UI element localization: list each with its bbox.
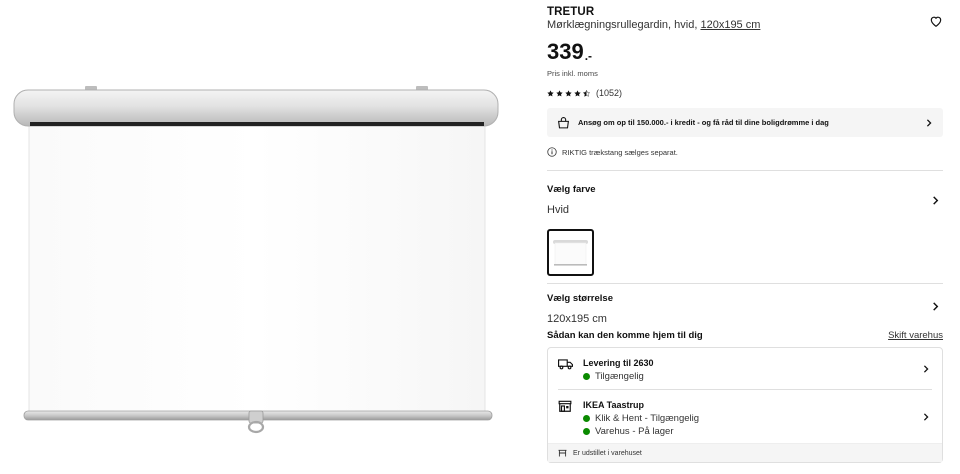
note-text: RIKTIG trækstang sælges separat.	[562, 147, 678, 157]
info-icon	[547, 147, 557, 157]
price-value: 339	[547, 39, 584, 64]
swatch-thumbnail	[553, 240, 588, 266]
vat-note: Pris inkl. moms	[547, 69, 598, 78]
click-collect-status: Klik & Hent - Tilgængelig	[583, 413, 932, 424]
chevron-right-icon	[923, 413, 929, 421]
showroom-note-text: Er udstillet i varehuset	[573, 449, 642, 457]
rating[interactable]: (1052)	[547, 88, 943, 98]
chevron-right-icon	[923, 365, 929, 373]
color-option-title: Vælg farve	[547, 184, 596, 195]
roller-blind-image	[13, 86, 499, 434]
store-title: IKEA Taastrup	[583, 400, 645, 410]
size-selector[interactable]: Vælg størrelse 120x195 cm	[547, 284, 943, 327]
color-option-value: Hvid	[547, 204, 570, 216]
delivery-title: Sådan kan den komme hjem til dig	[547, 330, 703, 341]
product-name: TRETUR	[547, 6, 595, 18]
product-description-text: Mørklægningsrullegardin, hvid,	[547, 19, 698, 31]
home-delivery-row[interactable]: Levering til 2630 Tilgængelig	[548, 348, 942, 389]
product-image[interactable]	[0, 0, 520, 474]
rating-count: (1052)	[596, 88, 623, 98]
price: 339 .-	[547, 39, 943, 64]
price-suffix: .-	[584, 49, 593, 63]
delivery-header: Sådan kan den komme hjem til dig Skift v…	[547, 330, 943, 341]
product-description: Mørklægningsrullegardin, hvid, 120x195 c…	[547, 19, 943, 31]
size-option-value: 120x195 cm	[547, 313, 607, 325]
home-delivery-title: Levering til 2630	[583, 358, 654, 368]
credit-banner-text: Ansøg om op til 150.000.- i kredit - og …	[578, 118, 829, 127]
star-icon	[556, 89, 563, 96]
click-collect-status-text: Klik & Hent - Tilgængelig	[595, 413, 700, 424]
store-stock-status-text: Varehus - På lager	[595, 426, 674, 437]
heart-icon[interactable]	[929, 14, 943, 28]
size-option-title: Vælg størrelse	[547, 293, 613, 304]
product-note: RIKTIG trækstang sælges separat.	[547, 147, 943, 157]
product-info-panel: TRETUR Mørklægningsrullegardin, hvid, 12…	[547, 6, 943, 463]
store-stock-status: Varehus - På lager	[583, 426, 932, 437]
chevron-right-icon	[933, 302, 939, 311]
color-swatch-white[interactable]	[547, 229, 594, 276]
home-delivery-status-text: Tilgængelig	[595, 371, 644, 382]
half-star-icon	[583, 89, 590, 97]
truck-icon	[558, 359, 573, 370]
star-icon	[547, 89, 554, 96]
change-store-link[interactable]: Skift varehus	[888, 330, 943, 341]
showroom-icon	[558, 449, 567, 457]
shopping-bag-icon	[558, 116, 569, 128]
delivery-options: Levering til 2630 Tilgængelig IKEA Taast…	[547, 347, 943, 463]
chevron-right-icon	[926, 118, 932, 127]
color-selector[interactable]: Vælg farve Hvid	[547, 171, 943, 228]
showroom-note: Er udstillet i varehuset	[548, 443, 942, 462]
chevron-right-icon	[933, 196, 939, 205]
available-status-dot	[583, 428, 590, 435]
credit-banner[interactable]: Ansøg om op til 150.000.- i kredit - og …	[547, 108, 943, 137]
star-icon	[574, 89, 581, 96]
star-icon	[565, 89, 572, 96]
available-status-dot	[583, 415, 590, 422]
home-delivery-status: Tilgængelig	[583, 371, 932, 382]
available-status-dot	[583, 373, 590, 380]
rating-stars	[547, 89, 590, 97]
store-pickup-row[interactable]: IKEA Taastrup Klik & Hent - Tilgængelig …	[548, 390, 942, 443]
size-link[interactable]: 120x195 cm	[700, 19, 760, 31]
store-icon	[558, 400, 572, 412]
